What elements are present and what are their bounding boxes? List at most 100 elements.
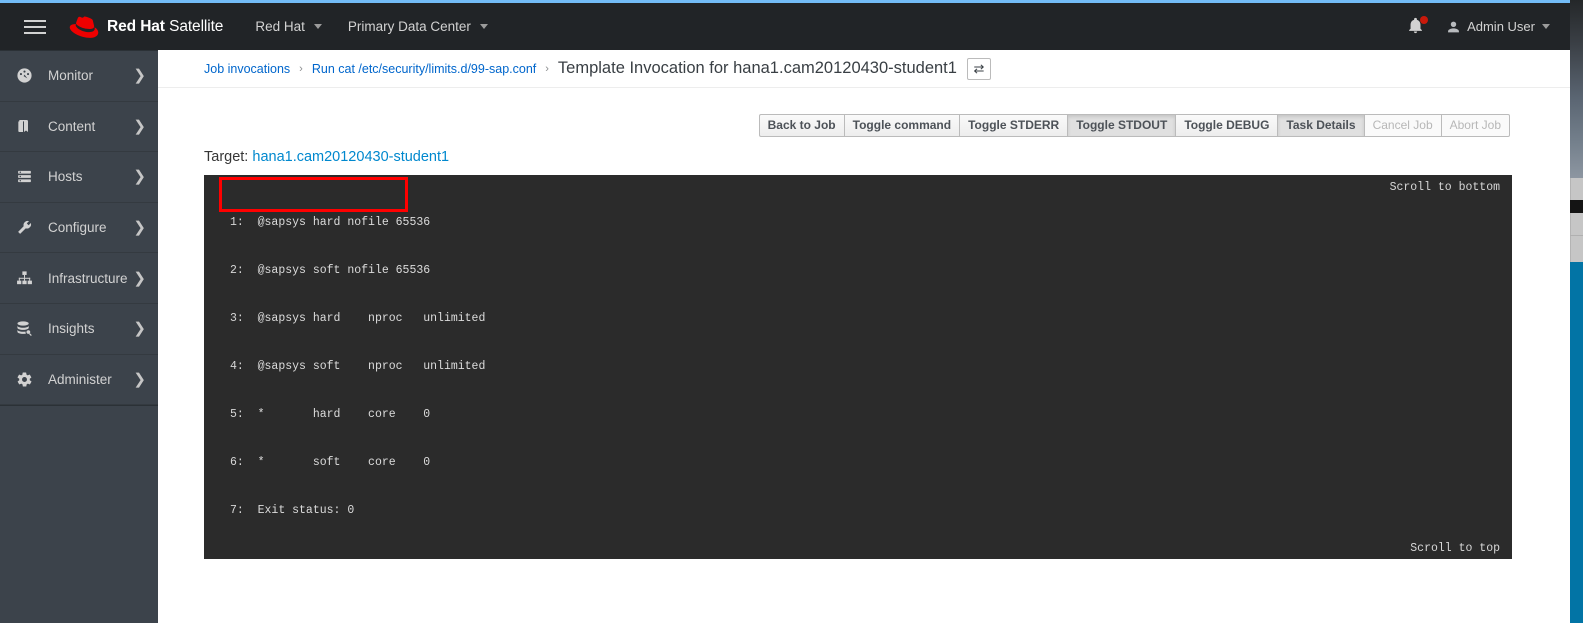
hamburger-icon[interactable] bbox=[12, 2, 58, 52]
console-line-text: @sapsys soft nproc unlimited bbox=[257, 360, 486, 373]
sidebar-item-label: Administer bbox=[48, 371, 112, 387]
background-scrollbar-track[interactable] bbox=[1570, 178, 1583, 262]
breadcrumb-separator-icon: › bbox=[545, 62, 549, 75]
dashboard-gauge-icon bbox=[16, 67, 38, 84]
sidebar-item-label: Content bbox=[48, 118, 96, 134]
sidebar-item-monitor[interactable]: Monitor ❯ bbox=[0, 51, 158, 102]
chevron-down-icon bbox=[1542, 24, 1550, 29]
red-hat-logo-icon bbox=[69, 16, 99, 38]
user-menu[interactable]: Admin User bbox=[1447, 19, 1550, 34]
chevron-down-icon bbox=[313, 24, 322, 29]
abort-job-button: Abort Job bbox=[1440, 114, 1510, 137]
console-line: 3: @sapsys hard nproc unlimited bbox=[230, 311, 1512, 327]
background-divider bbox=[1570, 235, 1583, 236]
task-details-button[interactable]: Task Details bbox=[1277, 114, 1364, 137]
notifications-button[interactable] bbox=[1407, 15, 1429, 37]
target-label: Target: bbox=[204, 149, 249, 165]
sidebar-nav: Monitor ❯ Content ❯ Hosts ❯ Configure ❯ bbox=[0, 50, 158, 623]
console-line: 2: @sapsys soft nofile 65536 bbox=[230, 263, 1512, 279]
sidebar-item-label: Infrastructure bbox=[48, 270, 128, 286]
book-icon bbox=[16, 118, 38, 134]
location-label: Primary Data Center bbox=[347, 19, 471, 34]
breadcrumb-separator-icon: › bbox=[299, 62, 303, 75]
chevron-right-icon: ❯ bbox=[133, 117, 146, 135]
masthead-right: Admin User bbox=[1407, 15, 1550, 37]
scroll-to-top-link[interactable]: Scroll to top bbox=[1410, 542, 1500, 555]
action-toolbar: Back to Job Toggle command Toggle STDERR… bbox=[158, 114, 1570, 137]
masthead: Red Hat Satellite Red Hat Primary Data C… bbox=[0, 3, 1570, 50]
chevron-right-icon: ❯ bbox=[133, 67, 146, 85]
organization-label: Red Hat bbox=[255, 19, 305, 34]
sidebar-item-administer[interactable]: Administer ❯ bbox=[0, 355, 158, 406]
brand-text: Red Hat Satellite bbox=[107, 18, 223, 36]
brand-name-bold: Red Hat bbox=[107, 17, 165, 35]
main-content: Job invocations › Run cat /etc/security/… bbox=[158, 50, 1570, 623]
target-line: Target: hana1.cam20120430-student1 bbox=[158, 149, 1570, 165]
console-line-number: 7: bbox=[230, 504, 244, 517]
background-scrollbar-thumb[interactable] bbox=[1570, 200, 1583, 213]
breadcrumb-link-job[interactable]: Run cat /etc/security/limits.d/99-sap.co… bbox=[312, 62, 536, 76]
notification-badge-dot bbox=[1420, 15, 1429, 24]
sidebar-item-insights[interactable]: Insights ❯ bbox=[0, 304, 158, 355]
console-line-text: Exit status: 0 bbox=[257, 504, 355, 517]
console-line-number: 1: bbox=[230, 216, 244, 229]
chevron-right-icon: ❯ bbox=[133, 269, 146, 287]
console-line-number: 6: bbox=[230, 456, 244, 469]
server-rack-icon bbox=[16, 168, 38, 185]
console-output: Scroll to bottom 1: @sapsys hard nofile … bbox=[204, 175, 1512, 559]
target-host-link[interactable]: hana1.cam20120430-student1 bbox=[252, 149, 449, 165]
console-line: 4: @sapsys soft nproc unlimited bbox=[230, 359, 1512, 375]
background-window-chrome bbox=[1570, 0, 1583, 178]
toggle-stderr-button[interactable]: Toggle STDERR bbox=[959, 114, 1068, 137]
console-line: 1: @sapsys hard nofile 65536 bbox=[230, 215, 1512, 231]
chevron-right-icon: ❯ bbox=[133, 370, 146, 388]
breadcrumb: Job invocations › Run cat /etc/security/… bbox=[158, 50, 1570, 88]
sidebar-filler bbox=[0, 405, 158, 623]
breadcrumb-link-job-invocations[interactable]: Job invocations bbox=[204, 62, 290, 76]
sidebar-item-label: Hosts bbox=[48, 169, 83, 185]
sidebar-item-label: Configure bbox=[48, 220, 107, 236]
sitemap-icon bbox=[16, 270, 38, 287]
back-to-job-button[interactable]: Back to Job bbox=[758, 114, 844, 137]
page-title: Template Invocation for hana1.cam2012043… bbox=[557, 59, 957, 77]
background-window-body bbox=[1570, 262, 1583, 623]
console-line-number: 4: bbox=[230, 360, 244, 373]
console-line-text: @sapsys soft nofile 65536 bbox=[257, 264, 431, 277]
sidebar-item-configure[interactable]: Configure ❯ bbox=[0, 203, 158, 254]
console-lines: 1: @sapsys hard nofile 65536 2: @sapsys … bbox=[204, 183, 1512, 551]
console-line: 7: Exit status: 0 bbox=[230, 503, 1512, 519]
chevron-down-icon bbox=[479, 24, 488, 29]
chevron-right-icon: ❯ bbox=[133, 168, 146, 186]
toggle-debug-button[interactable]: Toggle DEBUG bbox=[1175, 114, 1278, 137]
user-name-label: Admin User bbox=[1467, 19, 1535, 34]
sidebar-item-label: Insights bbox=[48, 321, 95, 337]
location-selector[interactable]: Primary Data Center bbox=[346, 15, 490, 38]
swap-arrows-icon[interactable]: ⇄ bbox=[966, 57, 991, 80]
sidebar-item-label: Monitor bbox=[48, 68, 94, 84]
masthead-left: Red Hat Satellite Red Hat Primary Data C… bbox=[0, 2, 490, 52]
context-selectors: Red Hat Primary Data Center bbox=[253, 15, 490, 38]
toggle-stdout-button[interactable]: Toggle STDOUT bbox=[1067, 114, 1176, 137]
sidebar-item-hosts[interactable]: Hosts ❯ bbox=[0, 152, 158, 203]
scroll-to-bottom-link[interactable]: Scroll to bottom bbox=[1390, 181, 1500, 194]
console-line-text: * hard core 0 bbox=[257, 408, 431, 421]
sidebar-item-content[interactable]: Content ❯ bbox=[0, 102, 158, 153]
console-line-number: 5: bbox=[230, 408, 244, 421]
sidebar-item-infrastructure[interactable]: Infrastructure ❯ bbox=[0, 253, 158, 304]
organization-selector[interactable]: Red Hat bbox=[253, 15, 324, 38]
console-line-text: @sapsys hard nproc unlimited bbox=[257, 312, 486, 325]
brand-name-light: Satellite bbox=[164, 17, 224, 35]
console-line-text: * soft core 0 bbox=[257, 456, 431, 469]
brand-logo[interactable]: Red Hat Satellite bbox=[68, 16, 223, 38]
gear-icon bbox=[16, 371, 38, 388]
console-line-number: 2: bbox=[230, 264, 244, 277]
console-line-text: @sapsys hard nofile 65536 bbox=[257, 216, 431, 229]
database-search-icon bbox=[16, 320, 38, 337]
chevron-right-icon: ❯ bbox=[133, 219, 146, 237]
toggle-command-button[interactable]: Toggle command bbox=[843, 114, 960, 137]
chevron-right-icon: ❯ bbox=[133, 320, 146, 338]
console-line: 5: * hard core 0 bbox=[230, 407, 1512, 423]
top-accent-bar bbox=[0, 0, 1570, 3]
user-avatar-icon bbox=[1448, 21, 1459, 32]
wrench-icon bbox=[16, 219, 38, 236]
